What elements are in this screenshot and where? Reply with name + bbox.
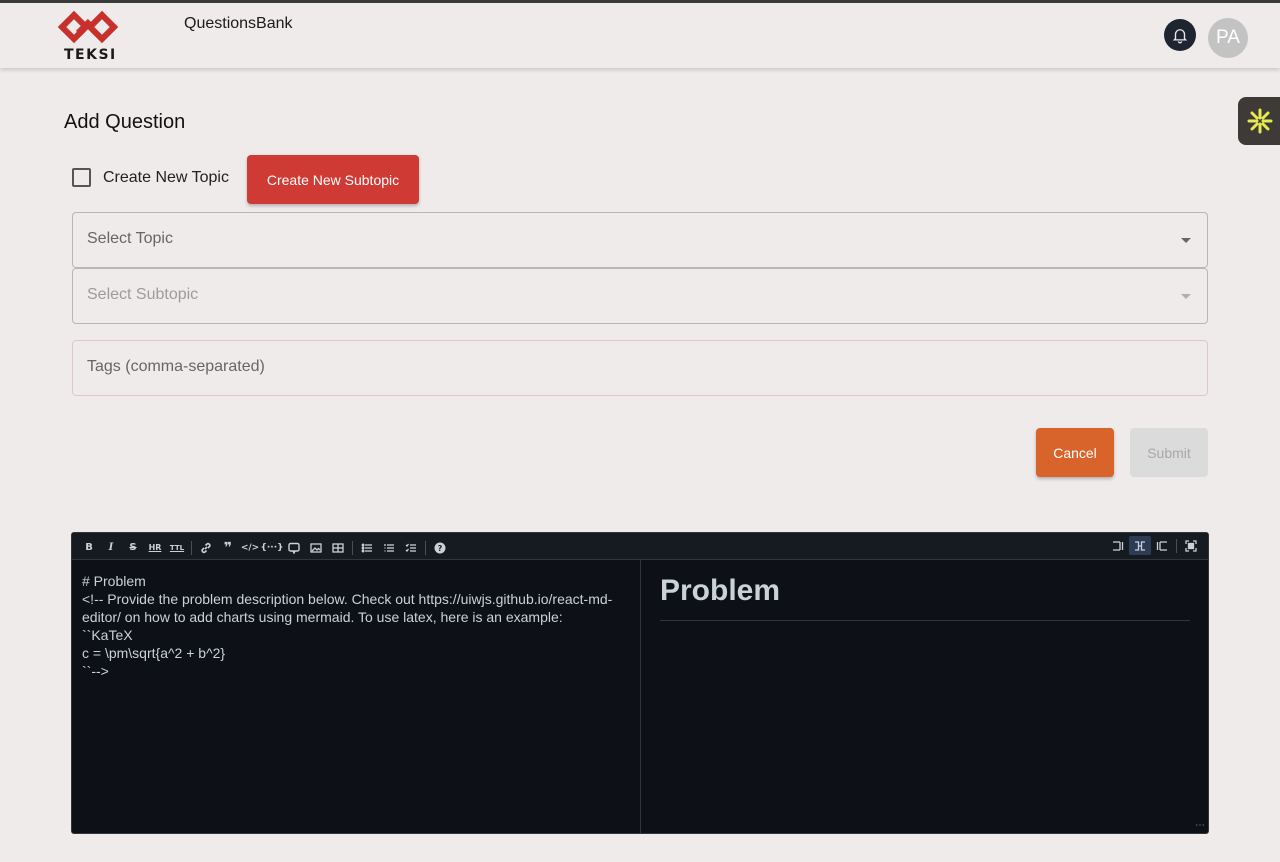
app-title[interactable]: QuestionsBank [184, 15, 293, 33]
fullscreen-icon[interactable] [1180, 536, 1202, 555]
help-icon[interactable]: ? [429, 538, 451, 557]
bell-icon [1172, 29, 1188, 44]
source-line: # Problem [82, 573, 146, 589]
markdown-editor: B I S HR TTL ❞ </> {···} ? # Problem <!-… [71, 532, 1209, 834]
ordered-list-icon[interactable] [378, 538, 400, 557]
checked-list-icon[interactable] [400, 538, 422, 557]
preview-mode-icon[interactable] [1151, 536, 1173, 555]
svg-text:?: ? [438, 544, 443, 553]
create-topic-label[interactable]: Create New Topic [103, 169, 229, 187]
code-block-icon[interactable]: {···} [260, 538, 283, 557]
comment-icon[interactable] [283, 538, 305, 557]
submit-button[interactable]: Submit [1130, 428, 1208, 477]
page-title: Add Question [64, 111, 186, 133]
link-icon[interactable] [195, 538, 217, 557]
chevron-down-icon [1181, 238, 1191, 243]
cancel-button[interactable]: Cancel [1036, 428, 1114, 477]
tags-input[interactable]: Tags (comma-separated) [72, 340, 1208, 396]
notifications-button[interactable] [1164, 19, 1196, 51]
markdown-source-pane[interactable]: # Problem <!-- Provide the problem descr… [72, 560, 641, 833]
create-topic-checkbox[interactable] [72, 168, 91, 187]
preview-heading: Problem [660, 574, 1190, 621]
create-subtopic-button[interactable]: Create New Subtopic [247, 155, 419, 204]
source-line: ``--> [82, 663, 109, 679]
subtopic-select-label: Select Subtopic [87, 286, 199, 303]
bold-icon[interactable]: B [78, 538, 100, 557]
toolbar-divider [352, 540, 353, 555]
editor-toolbar: B I S HR TTL ❞ </> {···} ? [72, 533, 1208, 560]
edit-mode-icon[interactable] [1107, 536, 1129, 555]
sparkle-icon [1247, 108, 1273, 134]
code-icon[interactable]: </> [239, 538, 261, 557]
table-icon[interactable] [327, 538, 349, 557]
strikethrough-icon[interactable]: S [122, 538, 144, 557]
toolbar-divider [1176, 538, 1177, 553]
toolbar-divider [425, 540, 426, 555]
resize-handle-icon[interactable]: ⋯ [1195, 820, 1205, 831]
quote-icon[interactable]: ❞ [217, 538, 239, 557]
subtopic-select[interactable]: Select Subtopic [72, 268, 1208, 324]
logo-text: TEKSI [64, 47, 117, 63]
top-app-bar: TEKSI QuestionsBank PA [0, 0, 1280, 68]
create-topic-checkbox-row[interactable]: Create New Topic [72, 168, 229, 187]
markdown-preview-pane: Problem [642, 560, 1208, 833]
chevron-down-icon [1181, 294, 1191, 299]
italic-icon[interactable]: I [100, 538, 122, 557]
unordered-list-icon[interactable] [356, 538, 378, 557]
toolbar-divider [191, 540, 192, 555]
topic-select[interactable]: Select Topic [72, 212, 1208, 268]
source-line: ``KaTeX [82, 627, 133, 643]
tags-input-label: Tags (comma-separated) [87, 358, 265, 375]
assistant-widget-button[interactable] [1238, 97, 1280, 145]
source-line: <!-- Provide the problem description bel… [82, 591, 613, 625]
source-line: c = \pm\sqrt{a^2 + b^2} [82, 645, 226, 661]
hr-icon[interactable]: HR [144, 538, 166, 557]
topic-select-label: Select Topic [87, 230, 173, 247]
live-mode-icon[interactable] [1129, 536, 1151, 555]
image-icon[interactable] [305, 538, 327, 557]
title-icon[interactable]: TTL [166, 538, 188, 557]
avatar[interactable]: PA [1208, 18, 1248, 58]
